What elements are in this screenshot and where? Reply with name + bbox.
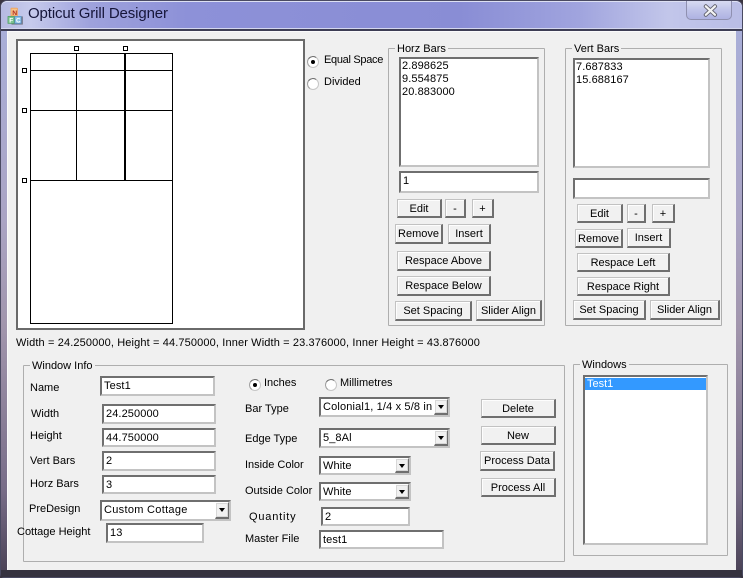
svg-text:N: N (12, 10, 17, 17)
svg-text:C: C (16, 18, 21, 25)
svg-text:F: F (9, 18, 13, 25)
